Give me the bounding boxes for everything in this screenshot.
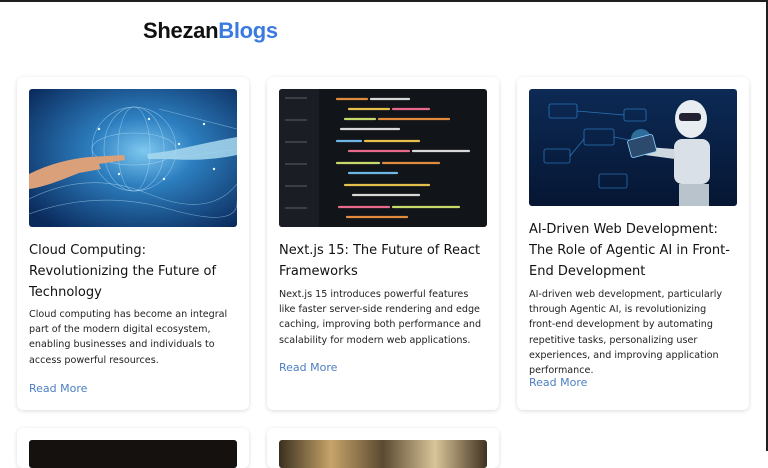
blog-grid: Cloud Computing: Revolutionizing the Fut… xyxy=(0,0,768,468)
post-image-nextjs[interactable] xyxy=(279,89,487,227)
blog-card: AI-Driven Web Development: The Role of A… xyxy=(517,77,749,410)
read-more-link[interactable]: Read More xyxy=(279,361,337,374)
post-excerpt: Cloud computing has become an integral p… xyxy=(29,309,228,366)
post-title[interactable]: AI-Driven Web Development: The Role of A… xyxy=(529,219,741,282)
read-more-link[interactable]: Read More xyxy=(29,382,87,395)
post-title[interactable]: Next.js 15: The Future of React Framewor… xyxy=(279,240,491,282)
blog-card: Next.js 15: The Future of React Framewor… xyxy=(267,77,499,410)
blog-card: Cloud Computing: Revolutionizing the Fut… xyxy=(17,77,249,410)
post-image-ai-robot[interactable] xyxy=(529,89,737,206)
post-image-cloud-computing[interactable] xyxy=(29,89,237,227)
window-border-top xyxy=(0,0,768,2)
read-more-link[interactable]: Read More xyxy=(529,376,587,389)
post-excerpt: Next.js 15 introduces powerful features … xyxy=(279,289,482,346)
blog-card-partial xyxy=(17,428,249,468)
post-image-partial[interactable] xyxy=(29,440,237,468)
post-title[interactable]: Cloud Computing: Revolutionizing the Fut… xyxy=(29,240,241,303)
post-excerpt: AI-driven web development, particularly … xyxy=(529,289,723,377)
post-image-partial[interactable] xyxy=(279,440,487,468)
blog-card-partial xyxy=(267,428,499,468)
